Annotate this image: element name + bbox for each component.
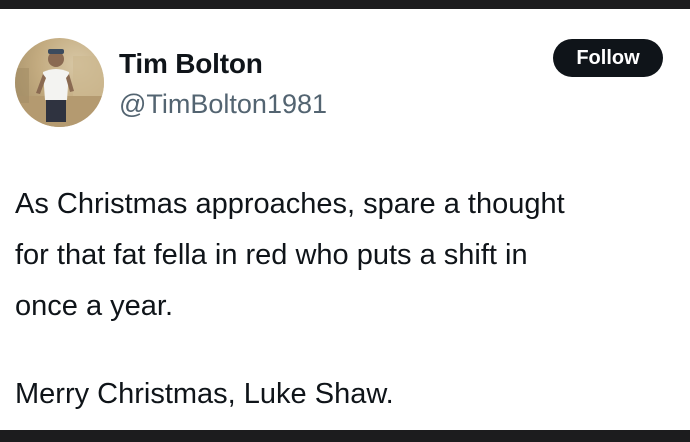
- display-name[interactable]: Tim Bolton: [119, 48, 263, 80]
- user-handle[interactable]: @TimBolton1981: [119, 89, 327, 120]
- tweet-closing-line: Merry Christmas, Luke Shaw.: [15, 378, 394, 410]
- tweet-line: once a year.: [15, 290, 173, 322]
- tweet-body: As Christmas approaches, spare a thought…: [15, 179, 680, 420]
- tweet-line: As Christmas approaches, spare a thought: [15, 188, 565, 220]
- tweet-card: Tim Bolton @TimBolton1981 Follow As Chri…: [0, 9, 690, 430]
- avatar[interactable]: [15, 38, 104, 127]
- avatar-photo-icon: [15, 49, 104, 127]
- tweet-line: for that fat fella in red who puts a shi…: [15, 239, 528, 271]
- follow-button[interactable]: Follow: [553, 39, 663, 77]
